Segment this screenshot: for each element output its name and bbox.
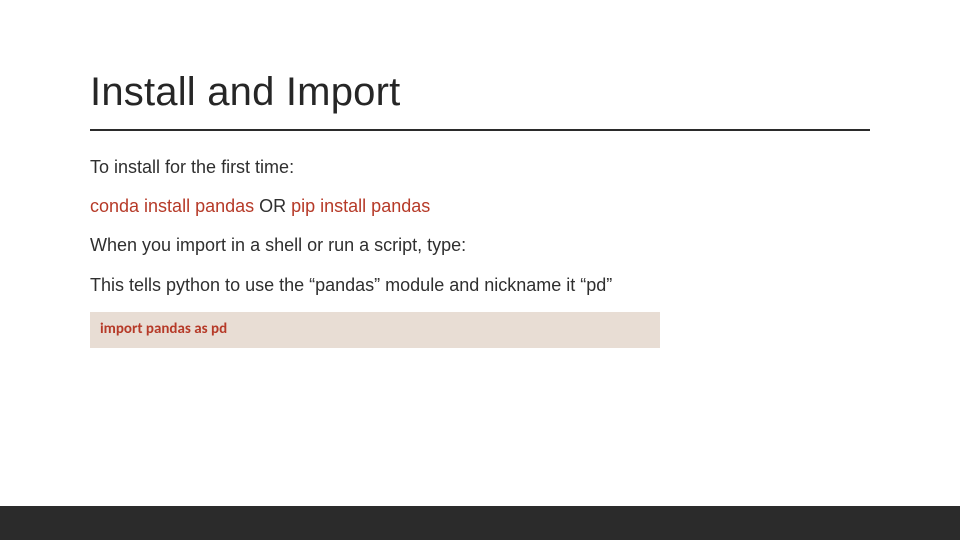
code-block: import pandas as pd bbox=[90, 312, 660, 348]
slide: Install and Import To install for the fi… bbox=[0, 0, 960, 540]
intro-line: To install for the first time: bbox=[90, 155, 870, 180]
when-import-line: When you import in a shell or run a scri… bbox=[90, 233, 870, 258]
conda-install-command: conda install pandas bbox=[90, 196, 254, 216]
title-divider bbox=[90, 129, 870, 131]
install-line: conda install pandas OR pip install pand… bbox=[90, 194, 870, 219]
slide-title: Install and Import bbox=[90, 70, 870, 115]
install-separator: OR bbox=[254, 196, 291, 216]
footer-bar bbox=[0, 506, 960, 540]
explain-line: This tells python to use the “pandas” mo… bbox=[90, 273, 870, 298]
pip-install-command: pip install pandas bbox=[291, 196, 430, 216]
